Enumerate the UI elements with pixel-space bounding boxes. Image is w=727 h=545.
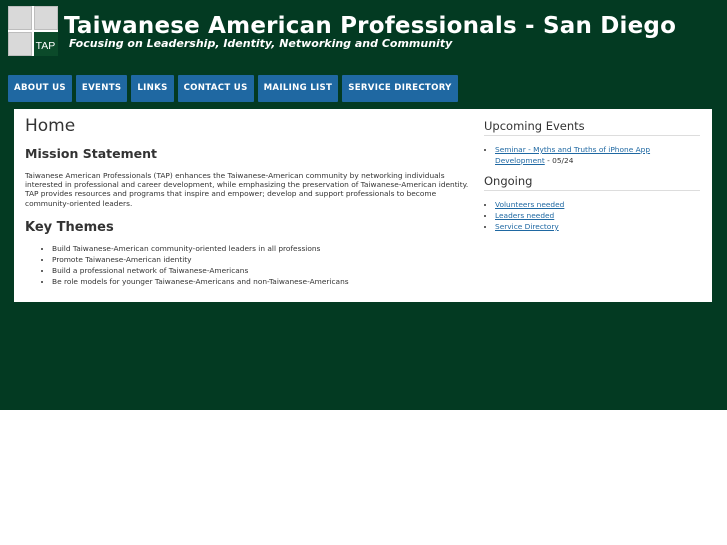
main-column: Home Mission Statement Taiwanese America… bbox=[25, 116, 470, 287]
nav-links[interactable]: LINKS bbox=[131, 75, 174, 102]
volunteers-link[interactable]: Volunteers needed bbox=[495, 200, 564, 209]
nav-mailing-list[interactable]: MAILING LIST bbox=[257, 75, 339, 102]
mission-heading: Mission Statement bbox=[25, 146, 157, 161]
list-item: Build Taiwanese-American community-orien… bbox=[52, 243, 470, 254]
ongoing-heading: Ongoing bbox=[484, 174, 700, 191]
list-item: Seminar - Myths and Truths of iPhone App… bbox=[495, 144, 700, 166]
page-background: TAP Taiwanese American Professionals - S… bbox=[0, 0, 727, 410]
nav-contact-us[interactable]: CONTACT US bbox=[177, 75, 254, 102]
themes-heading: Key Themes bbox=[25, 219, 114, 235]
upcoming-events-list: Seminar - Myths and Truths of iPhone App… bbox=[484, 144, 700, 166]
logo-text: TAP bbox=[36, 40, 56, 52]
list-item: Service Directory bbox=[495, 221, 700, 232]
list-item: Leaders needed bbox=[495, 210, 700, 221]
main-nav: ABOUT US EVENTS LINKS CONTACT US MAILING… bbox=[8, 75, 458, 102]
nav-events[interactable]: EVENTS bbox=[75, 75, 128, 102]
content-panel: Home Mission Statement Taiwanese America… bbox=[14, 109, 712, 302]
list-item: Promote Taiwanese-American identity bbox=[52, 254, 470, 265]
list-item: Be role models for younger Taiwanese-Ame… bbox=[52, 276, 470, 287]
list-item: Build a professional network of Taiwanes… bbox=[52, 265, 470, 276]
sidebar: Upcoming Events Seminar - Myths and Trut… bbox=[484, 119, 700, 232]
site-title: Taiwanese American Professionals - San D… bbox=[64, 13, 677, 39]
ongoing-list: Volunteers needed Leaders needed Service… bbox=[484, 199, 700, 232]
mission-text: Taiwanese American Professionals (TAP) e… bbox=[25, 171, 469, 208]
upcoming-events-heading: Upcoming Events bbox=[484, 119, 700, 136]
tap-logo[interactable]: TAP bbox=[8, 6, 58, 56]
event-date: - 05/24 bbox=[544, 156, 574, 165]
page-title: Home bbox=[25, 116, 76, 136]
service-directory-link[interactable]: Service Directory bbox=[495, 222, 559, 231]
leaders-link[interactable]: Leaders needed bbox=[495, 211, 554, 220]
themes-list: Build Taiwanese-American community-orien… bbox=[25, 243, 470, 287]
list-item: Volunteers needed bbox=[495, 199, 700, 210]
nav-service-directory[interactable]: SERVICE DIRECTORY bbox=[342, 75, 458, 102]
nav-about-us[interactable]: ABOUT US bbox=[8, 75, 72, 102]
site-tagline: Focusing on Leadership, Identity, Networ… bbox=[69, 37, 453, 50]
